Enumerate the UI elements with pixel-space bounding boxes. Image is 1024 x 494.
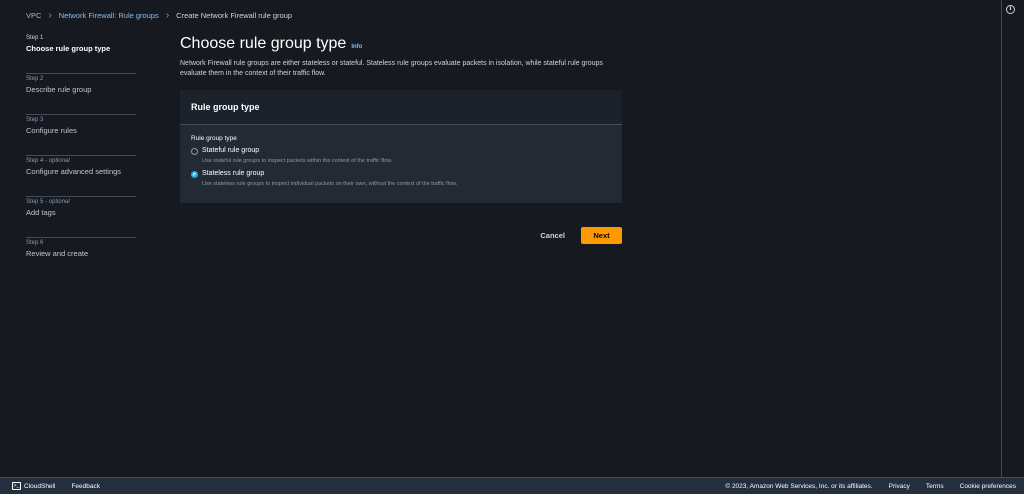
step-number: Step 3 (26, 117, 44, 123)
step-title: Add tags (26, 208, 56, 217)
radio-label: Stateless rule group (202, 170, 265, 177)
chevron-right-icon: › (165, 9, 170, 21)
step-number: Step 4 - optional (26, 158, 136, 164)
radio-description: Use stateless rule groups to inspect ind… (202, 181, 458, 187)
radio-text: Stateful rule group Use stateful rule gr… (202, 147, 502, 165)
radio-button[interactable] (191, 148, 198, 155)
cancel-button[interactable]: Cancel (540, 231, 565, 240)
step-6[interactable]: Step 6 Review and create (26, 238, 136, 279)
cookie-preferences-link[interactable]: Cookie preferences (960, 483, 1016, 490)
right-rail (1001, 0, 1024, 477)
page-title: Choose rule group type (180, 35, 347, 52)
footer-links: © 2023, Amazon Web Services, Inc. or its… (709, 483, 1024, 490)
step-5[interactable]: Step 5 - optional Add tags (26, 197, 136, 238)
info-circle-icon[interactable]: i (1006, 5, 1015, 14)
step-title: Choose rule group type (26, 44, 111, 53)
wizard-steps: Step 1 Choose rule group type Step 2 Des… (26, 33, 136, 279)
container-header: Rule group type (180, 90, 622, 125)
step-title: Review and create (26, 249, 89, 258)
radio-label: Stateful rule group (202, 147, 260, 154)
step-number-text: Step 4 - (26, 158, 49, 164)
radio-stateless[interactable]: Stateless rule group Use stateless rule … (191, 170, 611, 188)
breadcrumb-vpc[interactable]: VPC (26, 11, 41, 20)
radio-stateful[interactable]: Stateful rule group Use stateful rule gr… (191, 147, 611, 165)
breadcrumb-current: Create Network Firewall rule group (176, 11, 293, 20)
cloudshell-label: CloudShell (24, 482, 56, 490)
privacy-link[interactable]: Privacy (889, 483, 910, 490)
feedback-link[interactable]: Feedback (71, 483, 100, 490)
step-1[interactable]: Step 1 Choose rule group type (26, 33, 136, 74)
form-actions: Cancel Next (180, 227, 622, 244)
optional-tag: optional (48, 199, 70, 205)
container-body: Rule group type Stateful rule group Use … (180, 125, 622, 203)
step-2[interactable]: Step 2 Describe rule group (26, 74, 136, 115)
step-number: Step 2 (26, 76, 44, 82)
radio-button-checked[interactable] (191, 171, 198, 178)
page-header: Choose rule group type Info (180, 35, 622, 53)
step-title: Configure advanced settings (26, 167, 122, 176)
step-number: Step 1 (26, 35, 44, 41)
terms-link[interactable]: Terms (926, 483, 944, 490)
main-content: Choose rule group type Info Network Fire… (180, 35, 622, 203)
rule-group-type-container: Rule group type Rule group type Stateful… (180, 90, 622, 203)
page-description: Network Firewall rule groups are either … (180, 60, 603, 77)
field-label: Rule group type (191, 135, 237, 142)
cloudshell-button[interactable]: >_ CloudShell (12, 482, 55, 490)
container-title: Rule group type (191, 102, 260, 112)
info-link[interactable]: Info (351, 44, 362, 50)
copyright-text: © 2023, Amazon Web Services, Inc. or its… (725, 482, 873, 490)
radio-text: Stateless rule group Use stateless rule … (202, 170, 502, 188)
breadcrumb-rule-groups[interactable]: Network Firewall: Rule groups (59, 11, 159, 20)
step-title: Configure rules (26, 126, 77, 135)
chevron-right-icon: › (48, 9, 52, 21)
radio-description: Use stateful rule groups to inspect pack… (202, 158, 393, 164)
step-3[interactable]: Step 3 Configure rules (26, 115, 136, 156)
step-4[interactable]: Step 4 - optional Configure advanced set… (26, 156, 136, 197)
optional-tag: optional (48, 158, 70, 164)
console-footer: >_ CloudShell Feedback © 2023, Amazon We… (0, 477, 1024, 494)
step-number-text: Step 5 - (26, 199, 49, 205)
step-title: Describe rule group (26, 85, 92, 94)
terminal-icon: >_ (12, 482, 21, 490)
step-number: Step 5 - optional (26, 199, 136, 205)
breadcrumb: VPC › Network Firewall: Rule groups › Cr… (26, 9, 293, 21)
next-button[interactable]: Next (581, 227, 622, 244)
step-number: Step 6 (26, 240, 44, 246)
